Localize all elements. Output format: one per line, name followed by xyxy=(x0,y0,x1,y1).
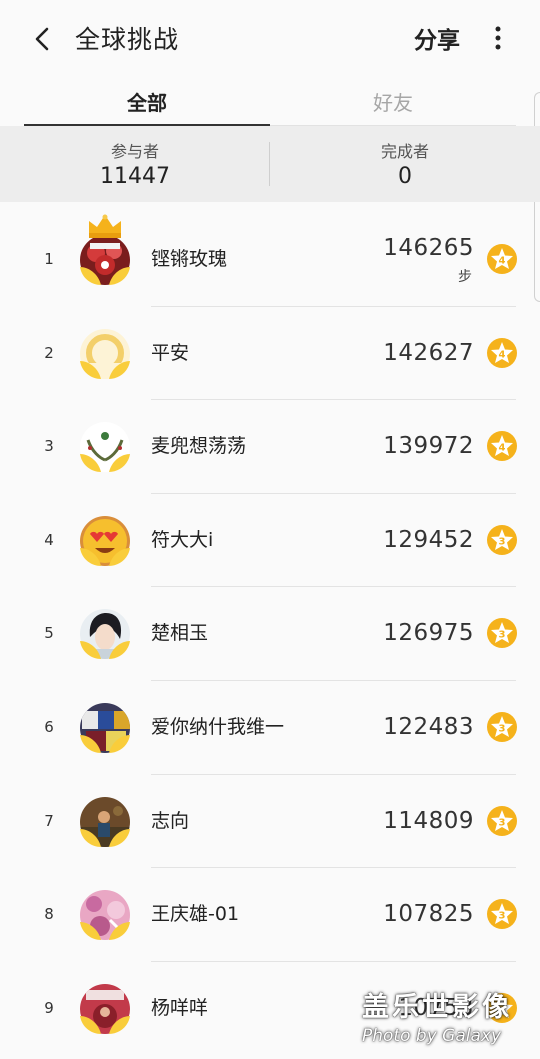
back-arrow-icon xyxy=(35,27,49,51)
leaf-frame-icon xyxy=(80,828,130,847)
avatar[interactable] xyxy=(78,214,132,287)
level-badge-icon: 3 xyxy=(487,899,517,930)
leaf-frame-icon xyxy=(80,547,130,566)
rank-number: 5 xyxy=(44,624,54,643)
rank-number: 3 xyxy=(44,437,54,456)
user-name: 楚相玉 xyxy=(151,622,209,645)
level-badge-icon: 4 xyxy=(487,244,517,274)
leaf-frame-icon xyxy=(80,1015,130,1034)
ranking-row[interactable]: 6 爱你纳什我维一 122483 3 xyxy=(0,681,540,775)
badge-level: 3 xyxy=(499,911,506,922)
crown-icon xyxy=(89,214,121,238)
watermark-subtitle: Photo by Galaxy xyxy=(362,1026,502,1046)
user-name: 符大大i xyxy=(151,528,214,551)
ranking-tabs: 全部 好友 xyxy=(24,76,516,127)
camera-watermark: 盖乐世影像 Photo by Galaxy xyxy=(362,985,540,1059)
badge-level: 4 xyxy=(499,443,506,454)
leaf-frame-icon xyxy=(80,454,130,473)
badge-level: 3 xyxy=(499,817,506,828)
user-name: 麦兜想荡荡 xyxy=(151,435,247,458)
avatar[interactable] xyxy=(78,795,132,849)
back-button[interactable] xyxy=(26,22,60,56)
level-badge-icon: 3 xyxy=(487,618,517,649)
rank-number: 8 xyxy=(44,905,54,924)
leaf-frame-icon xyxy=(80,360,130,379)
user-name: 王庆雄-01 xyxy=(151,903,240,926)
step-count: 146265 xyxy=(383,235,474,261)
leaf-frame-icon xyxy=(80,267,130,285)
ranking-list: 1 铿锵玫瑰 146265 步 4 2 平安 142627 4 3 麦兜想荡荡 … xyxy=(0,213,540,1055)
rank-number: 7 xyxy=(44,811,54,830)
finishers-stat: 完成者 0 xyxy=(270,126,540,202)
level-badge-icon: 4 xyxy=(487,337,517,368)
ranking-row[interactable]: 1 铿锵玫瑰 146265 步 4 xyxy=(0,213,540,307)
challenge-stats: 参与者 11447 完成者 0 xyxy=(0,126,540,202)
ranking-row[interactable]: 5 楚相玉 126975 3 xyxy=(0,587,540,681)
ranking-row[interactable]: 8 王庆雄-01 107825 3 xyxy=(0,868,540,962)
level-badge-icon: 3 xyxy=(487,524,517,555)
avatar[interactable] xyxy=(78,607,132,661)
level-badge-icon: 3 xyxy=(487,711,517,742)
tab-all[interactable]: 全部 xyxy=(24,76,270,127)
ranking-row[interactable]: 7 志向 114809 3 xyxy=(0,775,540,869)
user-name: 志向 xyxy=(151,809,190,832)
badge-level: 3 xyxy=(499,630,506,641)
avatar[interactable] xyxy=(78,982,132,1036)
badge-level: 3 xyxy=(499,723,506,734)
more-vertical-icon xyxy=(495,26,501,50)
avatar[interactable] xyxy=(78,327,132,381)
user-name: 杨咩咩 xyxy=(151,996,209,1019)
tab-friends[interactable]: 好友 xyxy=(270,76,516,126)
finishers-label: 完成者 xyxy=(380,142,429,161)
watermark-title: 盖乐世影像 xyxy=(362,992,512,1023)
step-count: 142627 xyxy=(383,339,474,366)
ranking-row[interactable]: 2 平安 142627 4 xyxy=(0,307,540,401)
leaf-frame-icon xyxy=(80,641,130,660)
leaf-frame-icon xyxy=(80,922,130,941)
step-count: 107825 xyxy=(383,901,474,928)
finishers-value: 0 xyxy=(398,164,412,189)
badge-level: 3 xyxy=(499,536,506,547)
rank-number: 4 xyxy=(44,530,54,549)
ranking-row[interactable]: 4 符大大i 129452 3 xyxy=(0,494,540,588)
ranking-row[interactable]: 3 麦兜想荡荡 139972 4 xyxy=(0,400,540,494)
avatar[interactable] xyxy=(78,514,132,568)
step-count: 129452 xyxy=(383,526,474,553)
step-count: 122483 xyxy=(383,713,474,740)
rank-number: 1 xyxy=(44,250,54,268)
badge-level: 4 xyxy=(499,256,506,267)
participants-stat: 参与者 11447 xyxy=(0,126,270,202)
step-count: 126975 xyxy=(383,620,474,647)
user-name: 爱你纳什我维一 xyxy=(151,715,285,738)
avatar[interactable] xyxy=(78,888,132,942)
user-name: 铿锵玫瑰 xyxy=(151,248,228,270)
step-count: 114809 xyxy=(383,807,474,834)
participants-label: 参与者 xyxy=(110,142,159,161)
user-name: 平安 xyxy=(151,341,190,364)
share-button[interactable]: 分享 xyxy=(414,21,460,55)
app-header: 全球挑战 分享 xyxy=(0,0,540,76)
step-count: 139972 xyxy=(383,433,474,460)
badge-level: 4 xyxy=(499,349,506,360)
page-title: 全球挑战 xyxy=(75,25,180,54)
level-badge-icon: 3 xyxy=(487,805,517,836)
participants-value: 11447 xyxy=(100,164,170,189)
avatar[interactable] xyxy=(78,420,132,474)
leaf-frame-icon xyxy=(80,734,130,753)
more-options-button[interactable] xyxy=(486,22,510,54)
level-badge-icon: 4 xyxy=(487,431,517,462)
avatar[interactable] xyxy=(78,701,132,755)
rank-number: 9 xyxy=(44,998,54,1017)
rank-number: 6 xyxy=(44,717,54,736)
step-unit: 步 xyxy=(458,269,472,285)
rank-number: 2 xyxy=(44,343,54,362)
